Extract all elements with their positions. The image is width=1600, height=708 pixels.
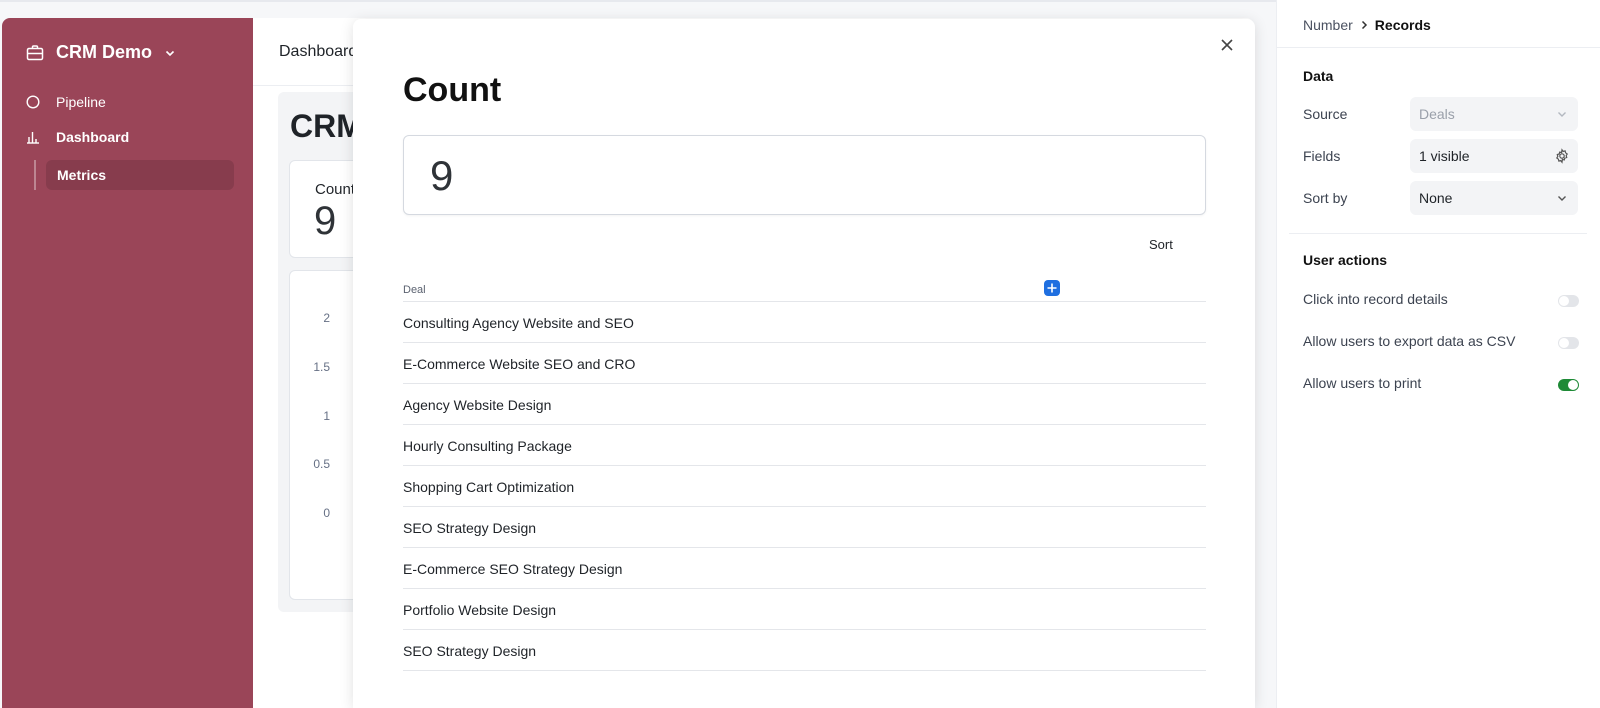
circle-icon xyxy=(26,95,40,109)
table-row[interactable]: Hourly Consulting Package xyxy=(403,425,1206,466)
breadcrumb-current: Records xyxy=(1374,17,1431,33)
chevron-down-icon xyxy=(1558,196,1566,201)
table-row[interactable]: SEO Strategy Design xyxy=(403,630,1206,671)
gear-icon xyxy=(1555,148,1569,164)
y-tick: 0.5 xyxy=(313,457,330,471)
add-column-button[interactable] xyxy=(1044,280,1060,296)
source-value: Deals xyxy=(1419,106,1455,122)
sidebar-item-label: Dashboard xyxy=(56,129,130,145)
modal-title: Count xyxy=(403,71,502,109)
column-header-deal[interactable]: Deal xyxy=(403,284,426,296)
count-value: 9 xyxy=(430,152,454,199)
source-select[interactable]: Deals xyxy=(1410,97,1578,131)
sortby-label: Sort by xyxy=(1303,190,1348,206)
table-row[interactable]: SEO Strategy Design xyxy=(403,507,1206,548)
chevron-down-icon xyxy=(165,50,175,56)
subnav-line xyxy=(34,160,36,190)
card-label: Count xyxy=(315,181,356,198)
close-icon[interactable] xyxy=(1215,33,1239,57)
table-row[interactable]: Portfolio Website Design xyxy=(403,589,1206,630)
records-modal: Count 9 Sort Deal Consulting Agency Webs… xyxy=(353,19,1255,708)
app-name: CRM Demo xyxy=(56,42,153,62)
source-label: Source xyxy=(1303,106,1348,122)
table-row[interactable]: Shopping Cart Optimization xyxy=(403,466,1206,507)
fields-select[interactable]: 1 visible xyxy=(1410,139,1578,173)
fields-value: 1 visible xyxy=(1419,148,1470,164)
table-row[interactable]: Consulting Agency Website and SEO xyxy=(403,302,1206,343)
export-csv-toggle[interactable] xyxy=(1558,337,1579,349)
user-actions-section-title: User actions xyxy=(1303,252,1388,268)
app-switcher[interactable]: CRM Demo xyxy=(26,42,176,63)
table-row[interactable]: E-Commerce SEO Strategy Design xyxy=(403,548,1206,589)
card-value: 9 xyxy=(314,199,337,243)
briefcase-icon xyxy=(26,44,44,60)
action-label: Click into record details xyxy=(1303,291,1448,307)
sort-button[interactable]: Sort xyxy=(1149,237,1173,252)
divider xyxy=(1289,233,1587,234)
y-tick: 0 xyxy=(323,506,330,520)
fields-label: Fields xyxy=(1303,148,1341,164)
panel-breadcrumb: Number Records xyxy=(1303,17,1431,33)
y-tick: 1.5 xyxy=(313,360,330,374)
breadcrumb[interactable]: Dashboard xyxy=(279,43,357,61)
chevron-right-icon xyxy=(1361,20,1367,30)
record-details-toggle[interactable] xyxy=(1558,295,1579,307)
count-display: 9 xyxy=(403,135,1206,215)
sidebar: CRM Demo Pipeline Dashboard Metrics xyxy=(2,18,253,708)
divider xyxy=(1277,47,1600,48)
chevron-down-icon xyxy=(1558,112,1566,117)
data-section-title: Data xyxy=(1303,68,1334,84)
y-tick: 1 xyxy=(323,409,330,423)
sortby-select[interactable]: None xyxy=(1410,181,1578,215)
sidebar-item-pipeline[interactable]: Pipeline xyxy=(26,94,106,110)
sidebar-item-label: Pipeline xyxy=(56,94,106,110)
sidebar-item-dashboard[interactable]: Dashboard xyxy=(26,129,129,145)
board-title: CRM xyxy=(290,108,363,144)
table-row[interactable]: E-Commerce Website SEO and CRO xyxy=(403,343,1206,384)
print-toggle[interactable] xyxy=(1558,379,1579,391)
top-divider xyxy=(0,0,1276,2)
y-tick: 2 xyxy=(323,311,330,325)
bar-chart-icon xyxy=(27,132,39,144)
breadcrumb-parent[interactable]: Number xyxy=(1303,17,1353,33)
action-label: Allow users to print xyxy=(1303,375,1422,391)
table-header: Deal xyxy=(403,280,1206,302)
sidebar-item-metrics[interactable]: Metrics xyxy=(46,160,234,190)
settings-panel: Number Records Data Source Deals Fields … xyxy=(1276,0,1600,708)
table-row[interactable]: Agency Website Design xyxy=(403,384,1206,425)
sortby-value: None xyxy=(1419,190,1453,206)
action-label: Allow users to export data as CSV xyxy=(1303,333,1516,349)
records-table: Deal Consulting Agency Website and SEO E… xyxy=(403,280,1206,671)
plus-icon xyxy=(1047,283,1057,293)
